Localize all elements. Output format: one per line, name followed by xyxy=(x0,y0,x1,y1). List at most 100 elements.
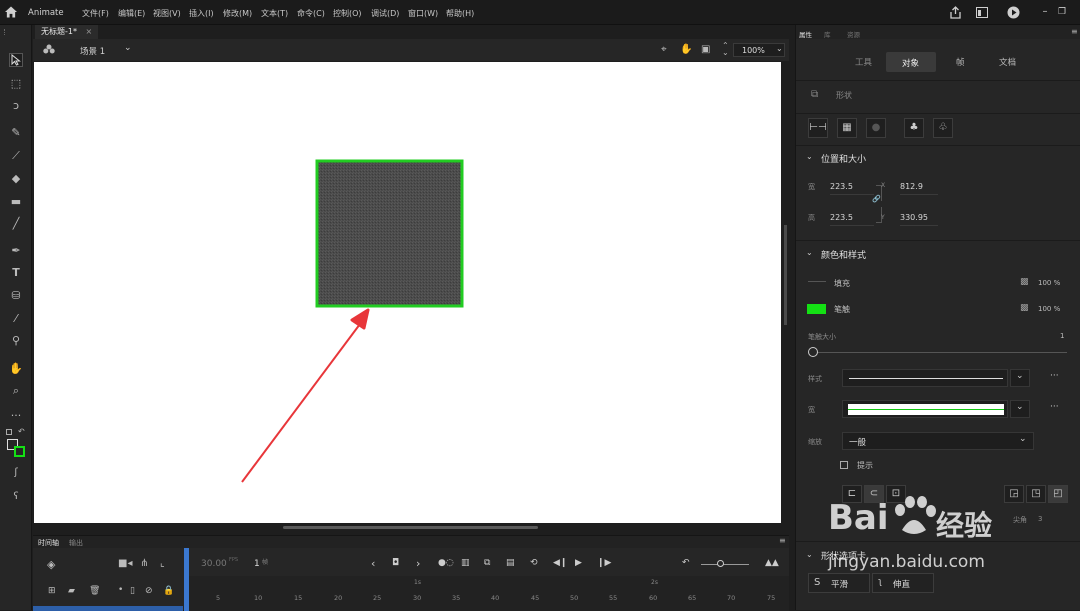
graph-icon[interactable]: ⌞ xyxy=(160,558,165,569)
highlight-icon[interactable]: • xyxy=(118,585,123,595)
play-icon[interactable]: ▶ xyxy=(575,558,582,568)
stage-canvas[interactable] xyxy=(34,62,781,523)
stroke-alpha-icon[interactable]: ▩ xyxy=(1020,303,1029,313)
close-tab-icon[interactable]: × xyxy=(86,27,93,36)
menu-file[interactable]: 文件(F) xyxy=(82,8,109,19)
tab-assets[interactable]: 资源 xyxy=(847,29,860,39)
insert-keyframe-icon[interactable]: ◘ xyxy=(392,558,399,568)
pin-tool-icon[interactable]: ⚲ xyxy=(9,334,23,348)
subtab-tool[interactable]: 工具 xyxy=(855,56,872,68)
stage-horizontal-scrollbar[interactable] xyxy=(283,526,538,529)
menu-modify[interactable]: 修改(M) xyxy=(223,8,252,19)
subtab-frame[interactable]: 帧 xyxy=(956,56,965,68)
center-stage-icon[interactable]: ⌖ xyxy=(661,44,667,55)
align-icon[interactable]: ⊢⊣ xyxy=(808,118,828,138)
menu-control[interactable]: 控制(O) xyxy=(333,8,362,19)
swatch-grid-icon[interactable]: ▦ xyxy=(837,118,857,138)
fit-frames-icon[interactable]: ↶ xyxy=(682,558,690,568)
more-options-icon[interactable]: ··· xyxy=(1050,371,1059,381)
tab-output[interactable]: 输出 xyxy=(69,538,83,548)
menu-window[interactable]: 窗口(W) xyxy=(408,8,438,19)
document-tab[interactable]: 无标题-1* × xyxy=(35,25,99,39)
section-collapse-icon[interactable]: ⌄ xyxy=(806,550,813,559)
snap-icon[interactable]: ʃ xyxy=(9,466,23,480)
zoom-tool-icon[interactable]: ⌕ xyxy=(9,384,23,398)
step-forward-icon[interactable]: ❙▶ xyxy=(597,558,611,568)
convert-symbol-icon[interactable]: ♣ xyxy=(904,118,924,138)
stroke-size-handle[interactable] xyxy=(808,347,818,357)
hand-tool-icon[interactable]: ✋ xyxy=(9,362,23,376)
swap-colors-icon[interactable]: ↶ xyxy=(18,427,25,436)
section-collapse-icon[interactable]: ⌄ xyxy=(806,152,813,161)
miter-value[interactable]: 3 xyxy=(1038,515,1042,523)
stroke-alpha[interactable]: 100 % xyxy=(1038,305,1060,313)
outline-icon[interactable]: ▯ xyxy=(130,586,135,596)
tab-properties[interactable]: 属性 xyxy=(799,29,812,39)
tab-timeline[interactable]: 时间轴 xyxy=(38,538,59,548)
join-bevel-icon[interactable]: ◰ xyxy=(1048,485,1068,503)
menu-help[interactable]: 帮助(H) xyxy=(446,8,474,19)
frame-zoom-slider[interactable] xyxy=(701,564,749,565)
scale-select[interactable]: 一般 ⌄ xyxy=(842,432,1034,450)
rectangle-tool-icon[interactable]: ▬ xyxy=(9,195,23,209)
menu-edit[interactable]: 编辑(E) xyxy=(118,8,145,19)
brush-fill-tool-icon[interactable]: ✎ xyxy=(9,126,23,140)
frame-zoom-handle[interactable] xyxy=(717,560,724,567)
line-tool-icon[interactable]: ╱ xyxy=(9,217,23,231)
break-apart-icon[interactable]: ♧ xyxy=(933,118,953,138)
width-field[interactable]: 223.5 xyxy=(830,182,874,195)
next-keyframe-icon[interactable]: › xyxy=(416,557,420,570)
frame-size-icon[interactable]: ▲▲ xyxy=(765,558,779,568)
panel-menu-icon[interactable]: ≡ xyxy=(1071,27,1078,36)
stroke-swatch[interactable] xyxy=(807,304,826,314)
camera-icon[interactable]: ✋ xyxy=(680,44,692,55)
text-tool-icon[interactable]: T xyxy=(9,266,23,280)
stroke-style-select[interactable] xyxy=(842,369,1008,387)
height-field[interactable]: 223.5 xyxy=(830,213,874,226)
width-profile-select[interactable] xyxy=(842,400,1008,418)
add-folder-icon[interactable]: ▰ xyxy=(68,586,75,596)
fill-swatch[interactable] xyxy=(808,281,826,282)
loop-icon[interactable]: ⟲ xyxy=(530,558,538,568)
zoom-select[interactable]: 100% ⌄ xyxy=(733,43,785,57)
prev-keyframe-icon[interactable]: ‹ xyxy=(371,557,375,570)
fill-color-swatch[interactable] xyxy=(14,446,25,457)
menu-debug[interactable]: 调试(D) xyxy=(371,8,399,19)
layers-icon[interactable]: ◈ xyxy=(47,558,55,571)
insert-tween-icon[interactable]: ⧉ xyxy=(484,558,490,568)
frame-ruler[interactable]: 1s 2s 5 10 15 20 25 30 35 40 45 50 55 60… xyxy=(189,576,789,611)
minimize-icon[interactable]: – xyxy=(1038,5,1052,19)
test-movie-icon[interactable] xyxy=(1007,6,1020,19)
layout-icon[interactable] xyxy=(976,7,988,18)
default-colors-icon[interactable] xyxy=(6,429,12,435)
layer-depth-icon[interactable]: ⋔ xyxy=(140,558,148,569)
lock-aspect-icon[interactable]: 🔗 xyxy=(872,195,881,203)
add-layer-icon[interactable]: ⊞ xyxy=(48,586,56,596)
smooth-icon[interactable]: ʕ xyxy=(9,490,23,504)
hint-checkbox[interactable] xyxy=(840,461,848,469)
zoom-stepper-icon[interactable]: ⌃ ⌄ xyxy=(722,42,729,57)
fps-value[interactable]: 30.00 xyxy=(201,559,227,569)
home-icon[interactable] xyxy=(5,6,17,18)
more-tools-icon[interactable]: ··· xyxy=(9,409,23,423)
camera-tool-icon[interactable]: ■◂ xyxy=(118,558,132,569)
layer-row-selected[interactable] xyxy=(33,606,183,611)
menu-text[interactable]: 文本(T) xyxy=(261,8,288,19)
lasso-tool-icon[interactable]: ↄ xyxy=(9,99,23,113)
selection-tool-icon[interactable] xyxy=(9,53,23,67)
free-transform-tool-icon[interactable]: ⬚ xyxy=(9,77,23,91)
step-back-icon[interactable]: ◀❙ xyxy=(553,558,567,568)
tab-library[interactable]: 库 xyxy=(824,29,831,39)
paint-brush-tool-icon[interactable]: ⟋ xyxy=(9,149,23,163)
scene-label[interactable]: 场景 1 xyxy=(80,45,105,57)
stage-vertical-scrollbar[interactable] xyxy=(784,225,787,325)
timeline-menu-icon[interactable]: ≡ xyxy=(779,536,786,545)
frame-view-icon[interactable]: ▤ xyxy=(506,558,515,568)
frame-value[interactable]: 1 xyxy=(254,559,260,569)
eraser-tool-icon[interactable]: ◆ xyxy=(9,172,23,186)
more-options-icon[interactable]: ··· xyxy=(1050,402,1059,412)
width-profile-dropdown[interactable]: ⌄ xyxy=(1010,400,1030,418)
subtab-document[interactable]: 文档 xyxy=(999,56,1016,68)
stroke-size-slider[interactable] xyxy=(813,352,1067,353)
menu-commands[interactable]: 命令(C) xyxy=(297,8,325,19)
